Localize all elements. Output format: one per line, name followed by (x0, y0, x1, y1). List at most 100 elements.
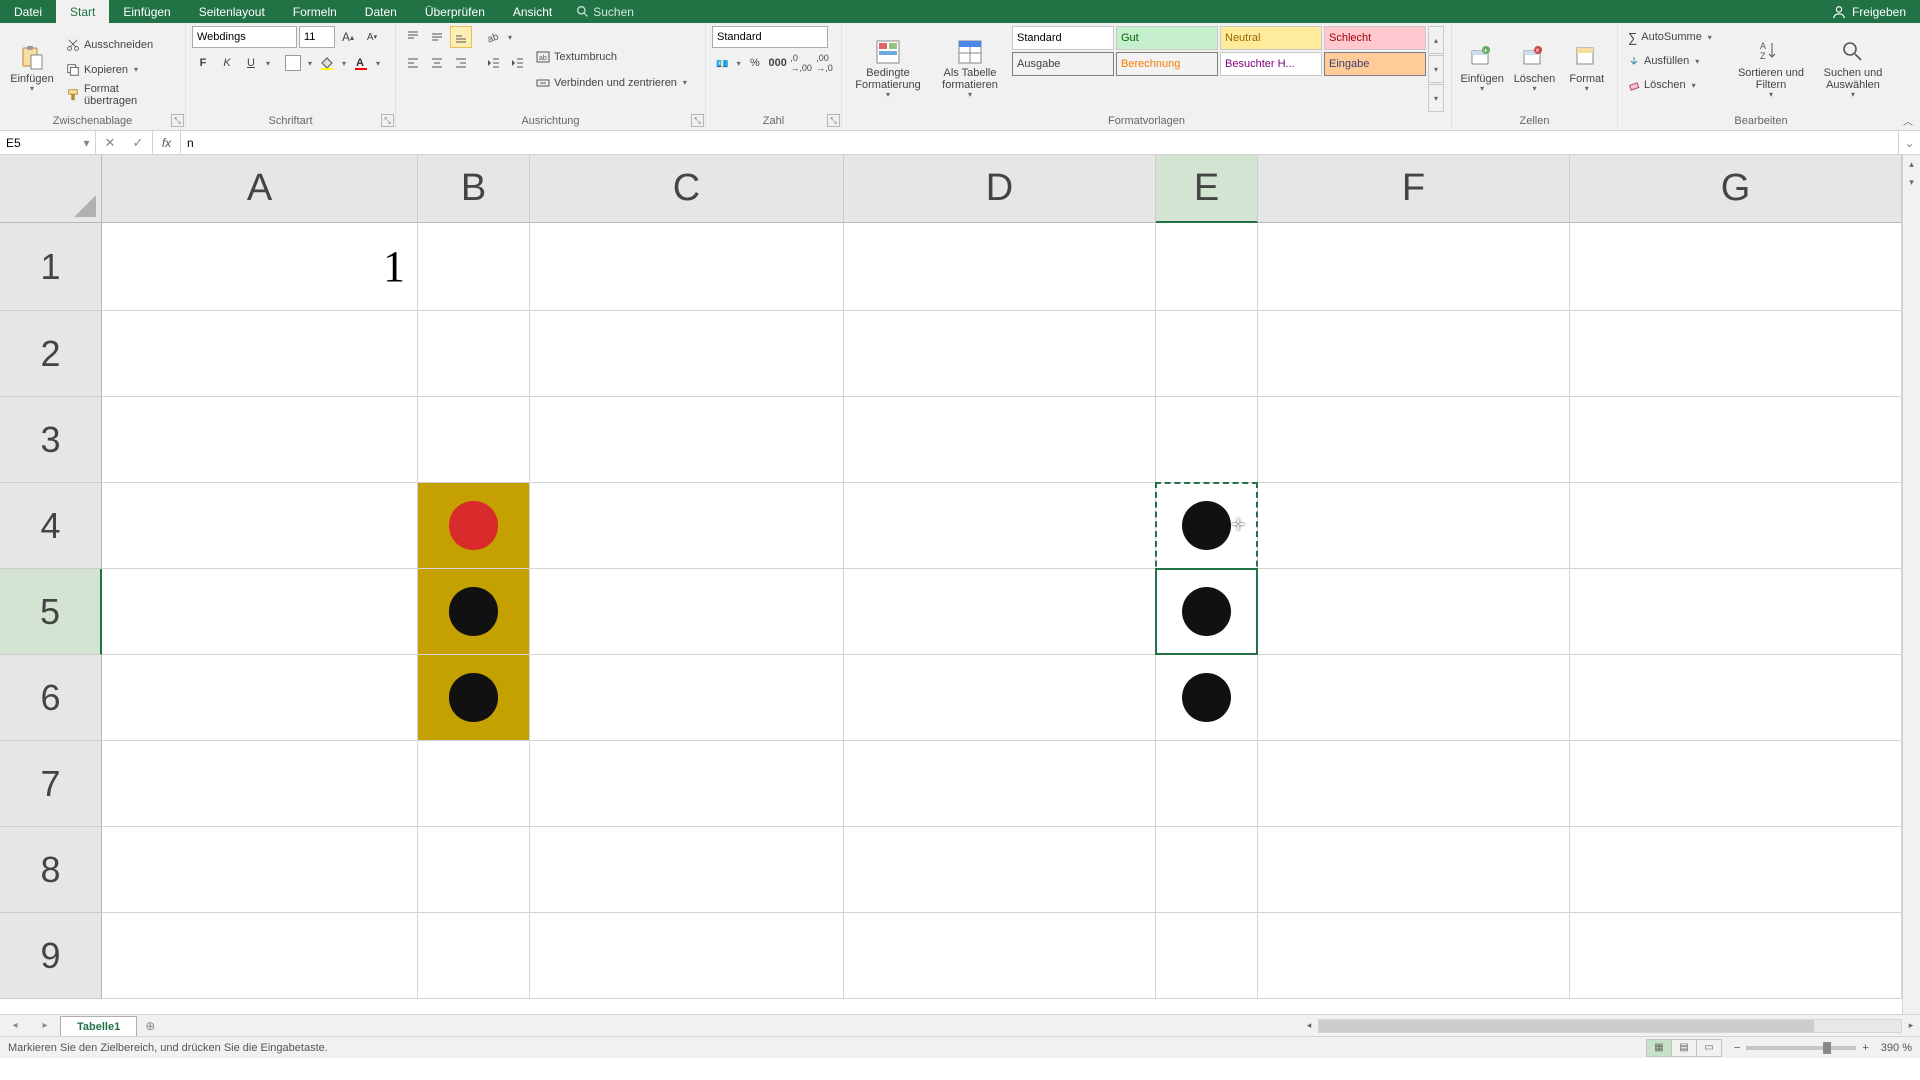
style-schlecht[interactable]: Schlecht (1324, 26, 1426, 50)
wrap-text-button[interactable]: ab Textumbruch (532, 46, 693, 68)
style-besuchter-h-[interactable]: Besuchter H... (1220, 52, 1322, 76)
scroll-down-button[interactable]: ▾ (1903, 173, 1920, 191)
cell-C8[interactable] (530, 827, 844, 913)
cut-button[interactable]: Ausschneiden (62, 34, 179, 56)
fill-button[interactable]: Ausfüllen▾ (1624, 50, 1728, 72)
align-bottom-button[interactable] (450, 26, 472, 48)
row-header-8[interactable]: 8 (0, 827, 102, 913)
cell-C4[interactable] (530, 483, 844, 569)
cell-D2[interactable] (844, 311, 1156, 397)
column-header-C[interactable]: C (530, 155, 844, 223)
select-all-corner[interactable] (0, 155, 102, 223)
cell-F9[interactable] (1258, 913, 1570, 999)
copy-button[interactable]: Kopieren▾ (62, 59, 179, 81)
row-header-3[interactable]: 3 (0, 397, 102, 483)
style-ausgabe[interactable]: Ausgabe (1012, 52, 1114, 76)
cell-E3[interactable] (1156, 397, 1258, 483)
cell-C9[interactable] (530, 913, 844, 999)
cell-G4[interactable] (1570, 483, 1902, 569)
cell-F5[interactable] (1258, 569, 1570, 655)
cell-B6[interactable] (418, 655, 530, 741)
align-middle-button[interactable] (426, 26, 448, 48)
cell-B8[interactable] (418, 827, 530, 913)
cell-E9[interactable] (1156, 913, 1258, 999)
style-gut[interactable]: Gut (1116, 26, 1218, 50)
cell-E7[interactable] (1156, 741, 1258, 827)
row-header-1[interactable]: 1 (0, 223, 102, 311)
borders-button[interactable] (282, 52, 304, 74)
cell-F6[interactable] (1258, 655, 1570, 741)
name-box-input[interactable] (0, 136, 78, 150)
font-color-button[interactable]: A (350, 52, 372, 74)
font-size-select[interactable] (299, 26, 335, 48)
tell-me-search[interactable]: Suchen (566, 5, 644, 19)
cell-G7[interactable] (1570, 741, 1902, 827)
find-select-button[interactable]: Suchen und Auswählen▾ (1814, 26, 1892, 113)
column-header-B[interactable]: B (418, 155, 530, 223)
cell-C6[interactable] (530, 655, 844, 741)
expand-formula-bar-button[interactable]: ⌄ (1898, 131, 1920, 154)
decrease-font-button[interactable]: A▾ (361, 26, 383, 48)
cell-B7[interactable] (418, 741, 530, 827)
cell-E6[interactable] (1156, 655, 1258, 741)
cell-B9[interactable] (418, 913, 530, 999)
menu-tab-start[interactable]: Start (56, 0, 109, 23)
cell-C7[interactable] (530, 741, 844, 827)
autosum-button[interactable]: ∑AutoSumme▾ (1624, 26, 1728, 48)
increase-decimal-button[interactable]: ,0→,00 (790, 52, 812, 74)
increase-indent-button[interactable] (506, 52, 528, 74)
cell-F3[interactable] (1258, 397, 1570, 483)
cell-B3[interactable] (418, 397, 530, 483)
column-header-E[interactable]: E (1156, 155, 1258, 223)
column-header-G[interactable]: G (1570, 155, 1902, 223)
scroll-up-button[interactable]: ▴ (1903, 155, 1920, 173)
column-header-D[interactable]: D (844, 155, 1156, 223)
style-neutral[interactable]: Neutral (1220, 26, 1322, 50)
percent-button[interactable]: % (744, 52, 765, 74)
cell-F1[interactable] (1258, 223, 1570, 311)
style-standard[interactable]: Standard (1012, 26, 1114, 50)
cell-A2[interactable] (102, 311, 418, 397)
row-header-6[interactable]: 6 (0, 655, 102, 741)
cell-F4[interactable] (1258, 483, 1570, 569)
number-format-select[interactable] (712, 26, 828, 48)
cell-D8[interactable] (844, 827, 1156, 913)
row-header-9[interactable]: 9 (0, 913, 102, 999)
cell-D5[interactable] (844, 569, 1156, 655)
page-layout-view-button[interactable]: ▤ (1671, 1039, 1697, 1057)
zoom-value[interactable]: 390 % (1881, 1042, 1912, 1054)
cell-B1[interactable] (418, 223, 530, 311)
zoom-slider[interactable] (1746, 1046, 1856, 1050)
sort-filter-button[interactable]: AZ Sortieren und Filtern▾ (1732, 26, 1810, 113)
cell-D6[interactable] (844, 655, 1156, 741)
decrease-indent-button[interactable] (482, 52, 504, 74)
menu-tab-datei[interactable]: Datei (0, 0, 56, 23)
name-box[interactable]: ▾ (0, 131, 96, 154)
gallery-more-button[interactable]: ▾ (1428, 84, 1444, 112)
cell-C5[interactable] (530, 569, 844, 655)
share-button[interactable]: Freigeben (1818, 5, 1920, 19)
format-cells-button[interactable]: Format▾ (1563, 26, 1611, 113)
cell-D7[interactable] (844, 741, 1156, 827)
decrease-decimal-button[interactable]: ,00→,0 (814, 52, 835, 74)
cell-G9[interactable] (1570, 913, 1902, 999)
normal-view-button[interactable]: ▦ (1646, 1039, 1672, 1057)
cell-A9[interactable] (102, 913, 418, 999)
font-name-select[interactable] (192, 26, 297, 48)
accounting-format-button[interactable]: 💶 (712, 52, 733, 74)
row-header-4[interactable]: 4 (0, 483, 102, 569)
cell-G5[interactable] (1570, 569, 1902, 655)
cell-D3[interactable] (844, 397, 1156, 483)
menu-tab-überprüfen[interactable]: Überprüfen (411, 0, 499, 23)
menu-tab-einfügen[interactable]: Einfügen (109, 0, 184, 23)
cell-D1[interactable] (844, 223, 1156, 311)
paste-button[interactable]: Einfügen ▾ (6, 26, 58, 113)
gallery-down-button[interactable]: ▾ (1428, 55, 1444, 83)
style-eingabe[interactable]: Eingabe (1324, 52, 1426, 76)
cell-B4[interactable] (418, 483, 530, 569)
insert-cells-button[interactable]: + Einfügen▾ (1458, 26, 1506, 113)
thousands-button[interactable]: 000 (767, 52, 788, 74)
cell-D9[interactable] (844, 913, 1156, 999)
horizontal-scrollbar[interactable]: ◂ ▸ (1300, 1015, 1920, 1036)
cell-C1[interactable] (530, 223, 844, 311)
